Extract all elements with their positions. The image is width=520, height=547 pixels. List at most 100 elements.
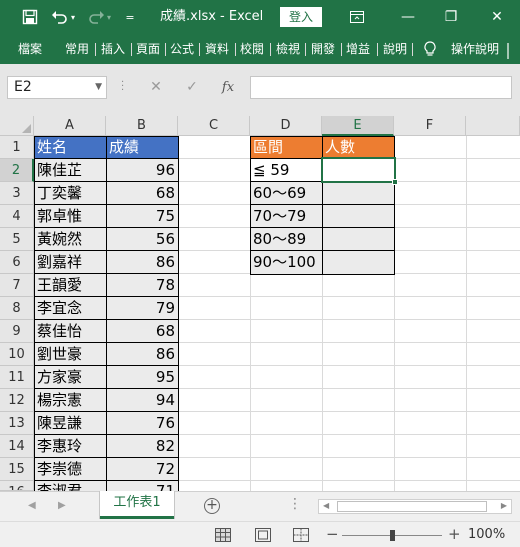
new-sheet-button[interactable]: +: [204, 498, 220, 514]
name-cell[interactable]: 王韻愛: [35, 274, 106, 297]
name-cell[interactable]: 郭卓惟: [35, 205, 106, 228]
score-cell[interactable]: 96: [107, 159, 178, 182]
row-header-10[interactable]: 10: [0, 343, 34, 366]
enter-button[interactable]: ✓: [178, 76, 206, 99]
count-cell[interactable]: [323, 182, 394, 205]
close-button[interactable]: ✕: [482, 7, 512, 27]
column-header-b[interactable]: B: [106, 116, 178, 136]
page-break-preview-icon[interactable]: [292, 527, 312, 543]
tell-me-search[interactable]: 操作說明: [451, 41, 499, 57]
row-header-6[interactable]: 6: [0, 251, 34, 274]
score-cell[interactable]: 68: [107, 182, 178, 205]
formula-input[interactable]: [250, 76, 512, 99]
redo-icon[interactable]: [86, 8, 106, 26]
score-cell[interactable]: 76: [107, 412, 178, 435]
tab-view[interactable]: 檢視: [276, 41, 300, 57]
row-header-7[interactable]: 7: [0, 274, 34, 297]
name-cell[interactable]: 丁奕馨: [35, 182, 106, 205]
lightbulb-icon[interactable]: [424, 41, 436, 61]
redo-dropdown-icon[interactable]: ▾: [104, 8, 114, 26]
undo-icon[interactable]: [50, 8, 70, 26]
score-cell[interactable]: 95: [107, 366, 178, 389]
score-cell[interactable]: 79: [107, 297, 178, 320]
score-cell[interactable]: 78: [107, 274, 178, 297]
table-header-cell[interactable]: 姓名: [35, 136, 106, 159]
range-cell[interactable]: 80～89: [251, 228, 322, 251]
select-all-button[interactable]: [0, 116, 34, 136]
range-cell[interactable]: 90～100: [251, 251, 322, 274]
score-cell[interactable]: 56: [107, 228, 178, 251]
undo-dropdown-icon[interactable]: ▾: [68, 8, 78, 26]
row-header-14[interactable]: 14: [0, 435, 34, 458]
scroll-right-icon[interactable]: ▶: [501, 501, 507, 510]
column-header-g[interactable]: [466, 116, 520, 136]
sheet-tab-1[interactable]: 工作表1: [100, 491, 174, 519]
column-header-f[interactable]: F: [394, 116, 466, 136]
tab-addins[interactable]: 增益: [346, 41, 370, 57]
score-cell[interactable]: 94: [107, 389, 178, 412]
tab-help[interactable]: 說明: [383, 41, 407, 57]
name-cell[interactable]: 陳佳芷: [35, 159, 106, 182]
scroll-left-icon[interactable]: ◀: [323, 501, 329, 510]
column-header-c[interactable]: C: [178, 116, 250, 136]
row-header-3[interactable]: 3: [0, 182, 34, 205]
score-cell[interactable]: 82: [107, 435, 178, 458]
name-cell[interactable]: 李惠玲: [35, 435, 106, 458]
count-cell[interactable]: [323, 159, 394, 182]
table-header-cell[interactable]: 人數: [323, 136, 394, 159]
name-cell[interactable]: 李崇德: [35, 458, 106, 481]
range-cell[interactable]: ≦ 59: [251, 159, 322, 182]
score-cell[interactable]: 75: [107, 205, 178, 228]
zoom-level[interactable]: 100%: [468, 527, 505, 542]
sign-in-button[interactable]: 登入: [280, 7, 322, 27]
row-header-13[interactable]: 13: [0, 412, 34, 435]
ribbon-display-options-icon[interactable]: [346, 8, 368, 26]
name-cell[interactable]: 陳昱謙: [35, 412, 106, 435]
tab-home[interactable]: 常用: [65, 41, 89, 57]
tab-formulas[interactable]: 公式: [170, 41, 194, 57]
tab-developer[interactable]: 開發: [311, 41, 335, 57]
score-cell[interactable]: 71: [107, 481, 178, 491]
row-header-15[interactable]: 15: [0, 458, 34, 481]
row-header-1[interactable]: 1: [0, 136, 34, 159]
scroll-sheets-right-icon[interactable]: ▶: [58, 500, 66, 511]
scroll-sheets-left-icon[interactable]: ◀: [28, 500, 36, 511]
score-cell[interactable]: 68: [107, 320, 178, 343]
tab-file[interactable]: 檔案: [18, 41, 42, 57]
spreadsheet-grid[interactable]: A B C D E F 1 2 3 4 5 6 7 8 9 10 11 12 1…: [0, 116, 520, 491]
name-cell[interactable]: 劉嘉祥: [35, 251, 106, 274]
column-header-e[interactable]: E: [322, 116, 394, 136]
name-cell[interactable]: 劉世豪: [35, 343, 106, 366]
range-cell[interactable]: 60～69: [251, 182, 322, 205]
row-header-8[interactable]: 8: [0, 297, 34, 320]
name-cell[interactable]: 李淑君: [35, 481, 106, 491]
zoom-out-button[interactable]: −: [326, 526, 339, 542]
save-icon[interactable]: [20, 8, 40, 26]
page-layout-view-icon[interactable]: [254, 527, 274, 543]
score-cell[interactable]: 72: [107, 458, 178, 481]
restore-button[interactable]: ❐: [436, 7, 466, 27]
scrollbar-thumb[interactable]: [337, 501, 487, 512]
name-cell[interactable]: 蔡佳怡: [35, 320, 106, 343]
zoom-in-button[interactable]: +: [448, 526, 461, 542]
tab-review[interactable]: 校閱: [240, 41, 264, 57]
horizontal-scrollbar[interactable]: ◀ ▶: [318, 499, 512, 514]
score-cell[interactable]: 86: [107, 251, 178, 274]
count-cell[interactable]: [323, 205, 394, 228]
insert-function-button[interactable]: fx: [214, 76, 242, 99]
row-header-12[interactable]: 12: [0, 389, 34, 412]
chevron-down-icon[interactable]: ▼: [95, 77, 102, 98]
resize-handle-icon[interactable]: · · ·: [121, 78, 124, 96]
name-cell[interactable]: 方家豪: [35, 366, 106, 389]
zoom-slider-thumb[interactable]: [390, 530, 395, 541]
row-header-2[interactable]: 2: [0, 159, 34, 182]
name-cell[interactable]: 李宜念: [35, 297, 106, 320]
tab-split-handle-icon[interactable]: ⋮: [288, 496, 302, 512]
column-header-a[interactable]: A: [34, 116, 106, 136]
cancel-button[interactable]: ✕: [142, 76, 170, 99]
row-header-16[interactable]: 16: [0, 481, 34, 491]
row-header-11[interactable]: 11: [0, 366, 34, 389]
score-cell[interactable]: 86: [107, 343, 178, 366]
fill-handle[interactable]: [392, 179, 398, 185]
count-cell[interactable]: [323, 251, 394, 274]
